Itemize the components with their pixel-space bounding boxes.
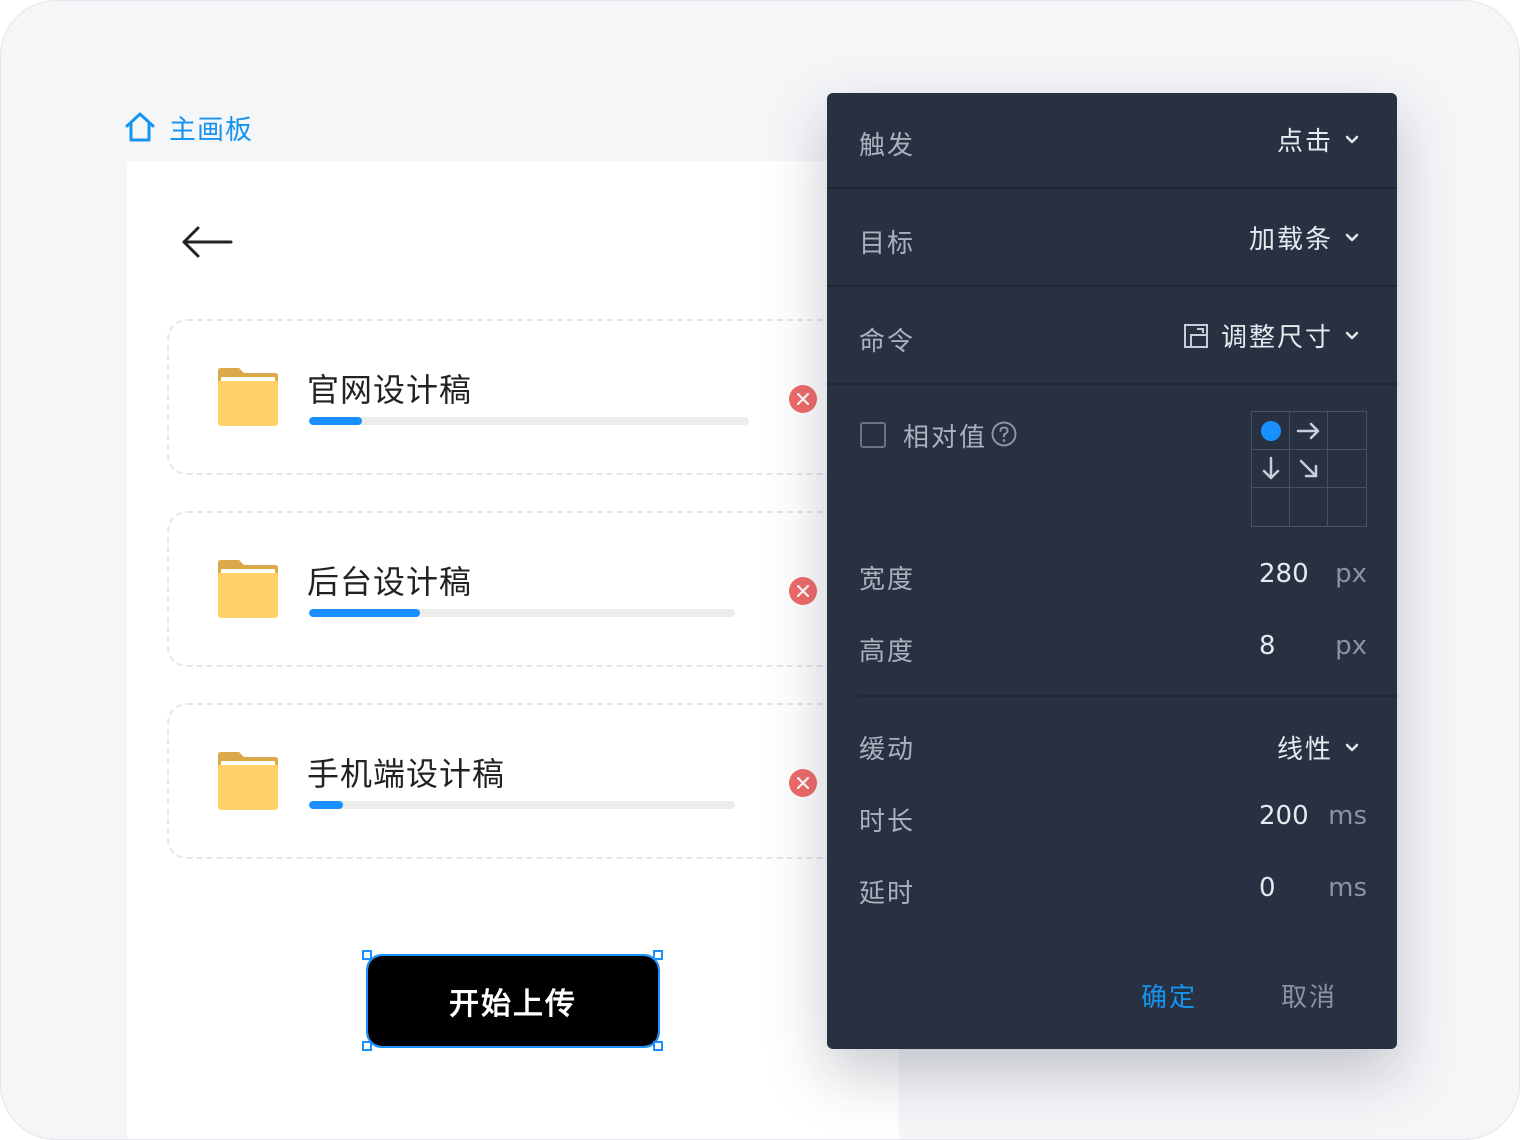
file-name: 官网设计稿: [307, 371, 473, 409]
height-input[interactable]: 8: [1259, 631, 1276, 661]
home-icon: [125, 112, 155, 142]
help-icon[interactable]: [991, 421, 1017, 447]
height-unit: px: [1335, 631, 1367, 661]
height-label: 高度: [859, 637, 916, 667]
anchor-middle-right[interactable]: [1328, 450, 1366, 488]
close-icon: [797, 393, 809, 405]
anchor-bottom-left[interactable]: [1252, 488, 1290, 526]
chevron-down-icon: [1345, 233, 1359, 241]
command-label: 命令: [859, 327, 916, 357]
resize-handle-bottom-left[interactable]: [362, 1041, 372, 1051]
trigger-value: 点击: [1276, 127, 1333, 157]
delay-label: 延时: [859, 879, 916, 909]
panel-divider: [859, 695, 1397, 697]
duration-unit: ms: [1328, 801, 1367, 831]
file-card: 后台设计稿: [167, 511, 867, 667]
arrow-down-right-icon: [1299, 459, 1317, 477]
cancel-button[interactable]: 取消: [1281, 977, 1337, 1014]
start-upload-selection: 开始上传: [366, 954, 660, 1048]
relative-value-checkbox[interactable]: [860, 422, 886, 448]
remove-file-button[interactable]: [789, 385, 817, 413]
progress-bar: [309, 801, 735, 809]
resize-handle-top-right[interactable]: [653, 950, 663, 960]
confirm-button[interactable]: 确定: [1141, 977, 1197, 1014]
progress-fill: [309, 801, 344, 809]
command-value: 调整尺寸: [1220, 323, 1333, 353]
chevron-down-icon: [1345, 331, 1359, 339]
width-unit: px: [1335, 559, 1367, 589]
arrow-left-icon: [182, 226, 233, 258]
chevron-down-icon: [1345, 743, 1359, 751]
back-button[interactable]: [179, 223, 235, 261]
folder-icon: [218, 368, 278, 426]
target-label: 目标: [859, 229, 916, 259]
easing-value: 线性: [1276, 735, 1333, 765]
delay-input[interactable]: 0: [1259, 873, 1276, 903]
target-value: 加载条: [1248, 225, 1333, 255]
trigger-row: 触发 点击: [827, 93, 1397, 189]
close-icon: [797, 777, 809, 789]
close-icon: [797, 585, 809, 597]
target-select[interactable]: 加载条: [1249, 219, 1359, 256]
anchor-top-right[interactable]: [1328, 412, 1366, 450]
trigger-label: 触发: [859, 131, 916, 161]
file-card: 官网设计稿: [167, 319, 867, 475]
width-label: 宽度: [859, 565, 916, 595]
anchor-top-left[interactable]: [1252, 412, 1290, 450]
progress-bar: [309, 417, 749, 425]
resize-handle-bottom-right[interactable]: [653, 1041, 663, 1051]
duration-label: 时长: [859, 807, 916, 837]
remove-file-button[interactable]: [789, 769, 817, 797]
delay-unit: ms: [1328, 873, 1367, 903]
command-select[interactable]: 调整尺寸: [1183, 317, 1359, 354]
file-name: 手机端设计稿: [307, 755, 506, 793]
folder-icon: [218, 752, 278, 810]
file-name: 后台设计稿: [307, 563, 473, 601]
resize-icon: [1183, 323, 1208, 348]
anchor-top-center[interactable]: [1290, 412, 1328, 450]
app-frame: 主画板 官网设计稿 后台设计稿 手机端设计稿 开始上传 触发 点击 目标 加载条…: [0, 0, 1520, 1140]
trigger-select[interactable]: 点击: [1277, 121, 1359, 158]
easing-label: 缓动: [859, 735, 916, 765]
anchor-center[interactable]: [1290, 450, 1328, 488]
command-row: 命令 调整尺寸: [827, 289, 1397, 385]
progress-fill: [309, 609, 420, 617]
progress-fill: [309, 417, 362, 425]
anchor-middle-left[interactable]: [1252, 450, 1290, 488]
relative-value-label: 相对值: [903, 423, 988, 453]
resize-handle-top-left[interactable]: [362, 950, 372, 960]
file-card: 手机端设计稿: [167, 703, 867, 859]
target-row: 目标 加载条: [827, 191, 1397, 287]
easing-select[interactable]: 线性: [1277, 729, 1359, 766]
progress-bar: [309, 609, 735, 617]
arrow-right-icon: [1296, 422, 1319, 439]
remove-file-button[interactable]: [789, 577, 817, 605]
breadcrumb-label: 主画板: [169, 114, 253, 146]
anchor-point-grid: [1251, 411, 1367, 527]
interaction-panel: 触发 点击 目标 加载条 命令 调整尺寸 相对值 宽度 280 px 高度 8 …: [827, 93, 1397, 1049]
chevron-down-icon: [1345, 135, 1359, 143]
breadcrumb[interactable]: 主画板: [123, 107, 253, 147]
start-upload-button[interactable]: 开始上传: [368, 956, 658, 1046]
anchor-bottom-center[interactable]: [1290, 488, 1328, 526]
arrow-down-icon: [1262, 456, 1279, 479]
duration-input[interactable]: 200: [1259, 801, 1309, 831]
folder-icon: [218, 560, 278, 618]
anchor-selected-dot: [1260, 420, 1281, 441]
width-input[interactable]: 280: [1259, 559, 1309, 589]
anchor-bottom-right[interactable]: [1328, 488, 1366, 526]
